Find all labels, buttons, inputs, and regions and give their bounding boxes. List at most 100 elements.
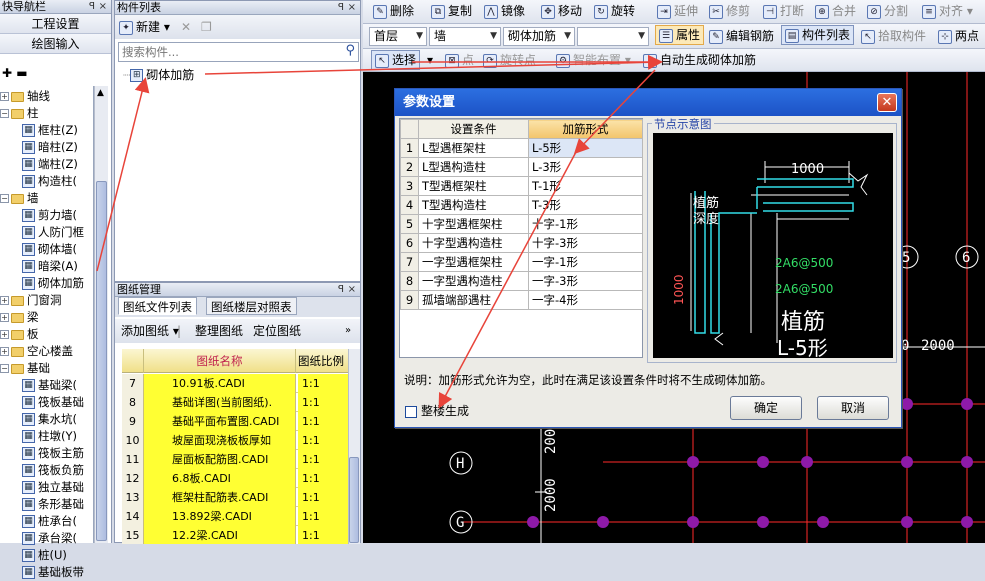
dialog-close-icon[interactable]: ✕ (877, 93, 897, 112)
tree-item[interactable]: ▦ 条形基础 (22, 496, 84, 513)
settings-row[interactable]: 9 孤墙端部遇柱 一字-4形 (400, 290, 643, 310)
nav-close-icon[interactable]: × (99, 0, 107, 14)
tree-item[interactable]: ▦ 集水坑( (22, 411, 77, 428)
add-drawing-button[interactable]: 添加图纸 ▾ (121, 320, 179, 342)
expand-icon[interactable]: + (0, 330, 9, 339)
tree-item[interactable]: ▦ 暗梁(A) (22, 258, 78, 275)
align-button[interactable]: ≡ 对齐 ▾ (922, 0, 973, 22)
comp-search-input[interactable] (119, 43, 334, 61)
drawing-row[interactable]: 10 坡屋面现浇板板厚如 1:1 (122, 431, 348, 450)
delete-component-icon[interactable]: ✕ (181, 16, 191, 38)
settings-row[interactable]: 4 T型遇构造柱 T-3形 (400, 195, 643, 215)
tree-item[interactable]: ▦ 承台梁( (22, 530, 77, 547)
break-button[interactable]: ⊣ 打断 (763, 0, 804, 22)
edit-rebar-button[interactable]: ✎ 编辑钢筋 (709, 25, 774, 47)
settings-row[interactable]: 3 T型遇框架柱 T-1形 (400, 176, 643, 196)
select-button[interactable]: ↖ 选择 (371, 50, 421, 70)
point-button[interactable]: ⊠ 点 (445, 49, 474, 71)
rebar-form-cell[interactable]: 一字-4形 (528, 290, 643, 310)
tree-item[interactable]: ▦ 构造柱( (22, 173, 77, 190)
tree-item[interactable]: ▦ 人防门框 (22, 224, 84, 241)
col-condition[interactable]: 设置条件 (418, 119, 529, 139)
col-drawing-scale[interactable]: 图纸比例 (298, 349, 348, 373)
tree-item[interactable]: ▦ 柱墩(Y) (22, 428, 77, 445)
project-settings-button[interactable]: 工程设置 (0, 14, 111, 34)
category-select[interactable]: 墙 ▼ (429, 27, 501, 46)
tree-folder[interactable]: + 空心楼盖 (0, 343, 73, 360)
settings-row[interactable]: 7 一字型遇框架柱 一字-1形 (400, 252, 643, 272)
type-select[interactable]: 砌体加筋 ▼ (503, 27, 575, 46)
tree-item[interactable]: ▦ 端柱(Z) (22, 156, 78, 173)
ok-button[interactable]: 确定 (730, 396, 802, 420)
copy-component-icon[interactable]: ❐ (201, 16, 212, 38)
whole-floor-checkbox-row[interactable]: 整楼生成 (405, 403, 469, 419)
delete-button[interactable]: ✎ 删除 (373, 0, 414, 22)
tree-item[interactable]: ▦ 筏板主筋 (22, 445, 84, 462)
collapse-icon[interactable]: − (0, 109, 9, 118)
tree-folder[interactable]: + 梁 (0, 309, 39, 326)
drawing-input-button[interactable]: 绘图输入 (0, 34, 111, 54)
whole-floor-checkbox[interactable] (405, 405, 417, 418)
expand-icon[interactable]: + (0, 296, 9, 305)
new-component-button[interactable]: ✦ 新建 ▾ (119, 16, 170, 38)
tree-folder[interactable]: + 板 (0, 326, 39, 343)
drawing-row[interactable]: 7 10.91板.CADI 1:1 (122, 374, 348, 393)
tree-item[interactable]: ▦ 筏板负筋 (22, 462, 84, 479)
expand-icon[interactable]: + (0, 347, 9, 356)
move-button[interactable]: ✥ 移动 (541, 0, 582, 22)
tree-folder[interactable]: − 基础 (0, 360, 50, 377)
organize-drawing-button[interactable]: 整理图纸 (195, 320, 243, 342)
rotate-button[interactable]: ↻ 旋转 (594, 0, 635, 22)
split-button[interactable]: ⊘ 分割 (867, 0, 908, 22)
settings-row[interactable]: 2 L型遇构造柱 L-3形 (400, 157, 643, 177)
comp-list-item[interactable]: ┈ ⊞ 砌体加筋 (123, 67, 194, 84)
two-points-button[interactable]: ⊹ 两点 (938, 25, 979, 47)
locate-drawing-button[interactable]: 定位图纸 (253, 320, 301, 342)
nav-expand-collapse-icons[interactable]: ✚ ▬ (2, 66, 28, 80)
pick-component-button[interactable]: ↖ 拾取构件 (861, 25, 926, 47)
auto-generate-button[interactable]: ⚡ 自动生成砌体加筋 (643, 49, 756, 71)
rebar-form-cell[interactable]: 十字-3形 (528, 233, 643, 253)
rebar-form-cell[interactable]: L-3形 (528, 157, 643, 177)
rebar-form-cell[interactable]: L-5形 (528, 138, 643, 158)
merge-button[interactable]: ⊕ 合并 (815, 0, 856, 22)
mirror-button[interactable]: ⋀ 镜像 (484, 0, 525, 22)
tree-item[interactable]: ▦ 暗柱(Z) (22, 139, 78, 156)
tree-item[interactable]: ▦ 独立基础 (22, 479, 84, 496)
settings-row[interactable]: 6 十字型遇构造柱 十字-3形 (400, 233, 643, 253)
tree-item[interactable]: ▦ 砌体墙( (22, 241, 77, 258)
tree-folder[interactable]: + 门窗洞 (0, 292, 62, 309)
rebar-form-cell[interactable]: 十字-1形 (528, 214, 643, 234)
tree-folder[interactable]: − 墙 (0, 190, 39, 207)
tree-item[interactable]: ▦ 桩(U) (22, 547, 67, 564)
drawing-row[interactable]: 8 基础详图(当前图纸). 1:1 (122, 393, 348, 412)
extend-button[interactable]: ⇥ 延伸 (657, 0, 698, 22)
more-chevron-icon[interactable]: » (345, 320, 351, 342)
settings-row[interactable]: 5 十字型遇框架柱 十字-1形 (400, 214, 643, 234)
col-rebar-form[interactable]: 加筋形式 (528, 119, 643, 139)
tree-item[interactable]: ▦ 基础板带 (22, 564, 84, 581)
trim-button[interactable]: ✂ 修剪 (709, 0, 750, 22)
tree-item[interactable]: ▦ 桩承台( (22, 513, 77, 530)
component-select[interactable]: ▼ (577, 27, 649, 46)
floor-select[interactable]: 首层 ▼ (369, 27, 427, 46)
tree-folder[interactable]: − 柱 (0, 105, 39, 122)
rebar-form-cell[interactable]: 一字-1形 (528, 252, 643, 272)
settings-row[interactable]: 1 L型遇框架柱 L-5形 (400, 138, 643, 158)
rebar-form-cell[interactable]: T-1形 (528, 176, 643, 196)
nav-scroll-thumb[interactable] (96, 181, 107, 541)
cancel-button[interactable]: 取消 (817, 396, 889, 420)
smart-layout-button[interactable]: ⚙ 智能布置 ▾ (556, 49, 631, 71)
properties-button[interactable]: ☰ 属性 (655, 25, 705, 45)
expand-icon[interactable]: + (0, 92, 9, 101)
nav-scrollbar[interactable]: ▲ (94, 86, 108, 543)
drawing-close-icon[interactable]: × (348, 283, 356, 297)
drawing-row[interactable]: 14 13.892梁.CADI 1:1 (122, 507, 348, 526)
collapse-icon[interactable]: − (0, 364, 9, 373)
comp-close-icon[interactable]: × (348, 1, 356, 15)
tree-item[interactable]: ▦ 筏板基础 (22, 394, 84, 411)
tab-drawing-floor-map[interactable]: 图纸楼层对照表 (206, 297, 297, 315)
scroll-up-icon[interactable]: ▲ (97, 88, 104, 98)
component-list-toggle[interactable]: ▤ 构件列表 (781, 25, 855, 45)
search-icon[interactable]: ⚲ (345, 43, 355, 58)
